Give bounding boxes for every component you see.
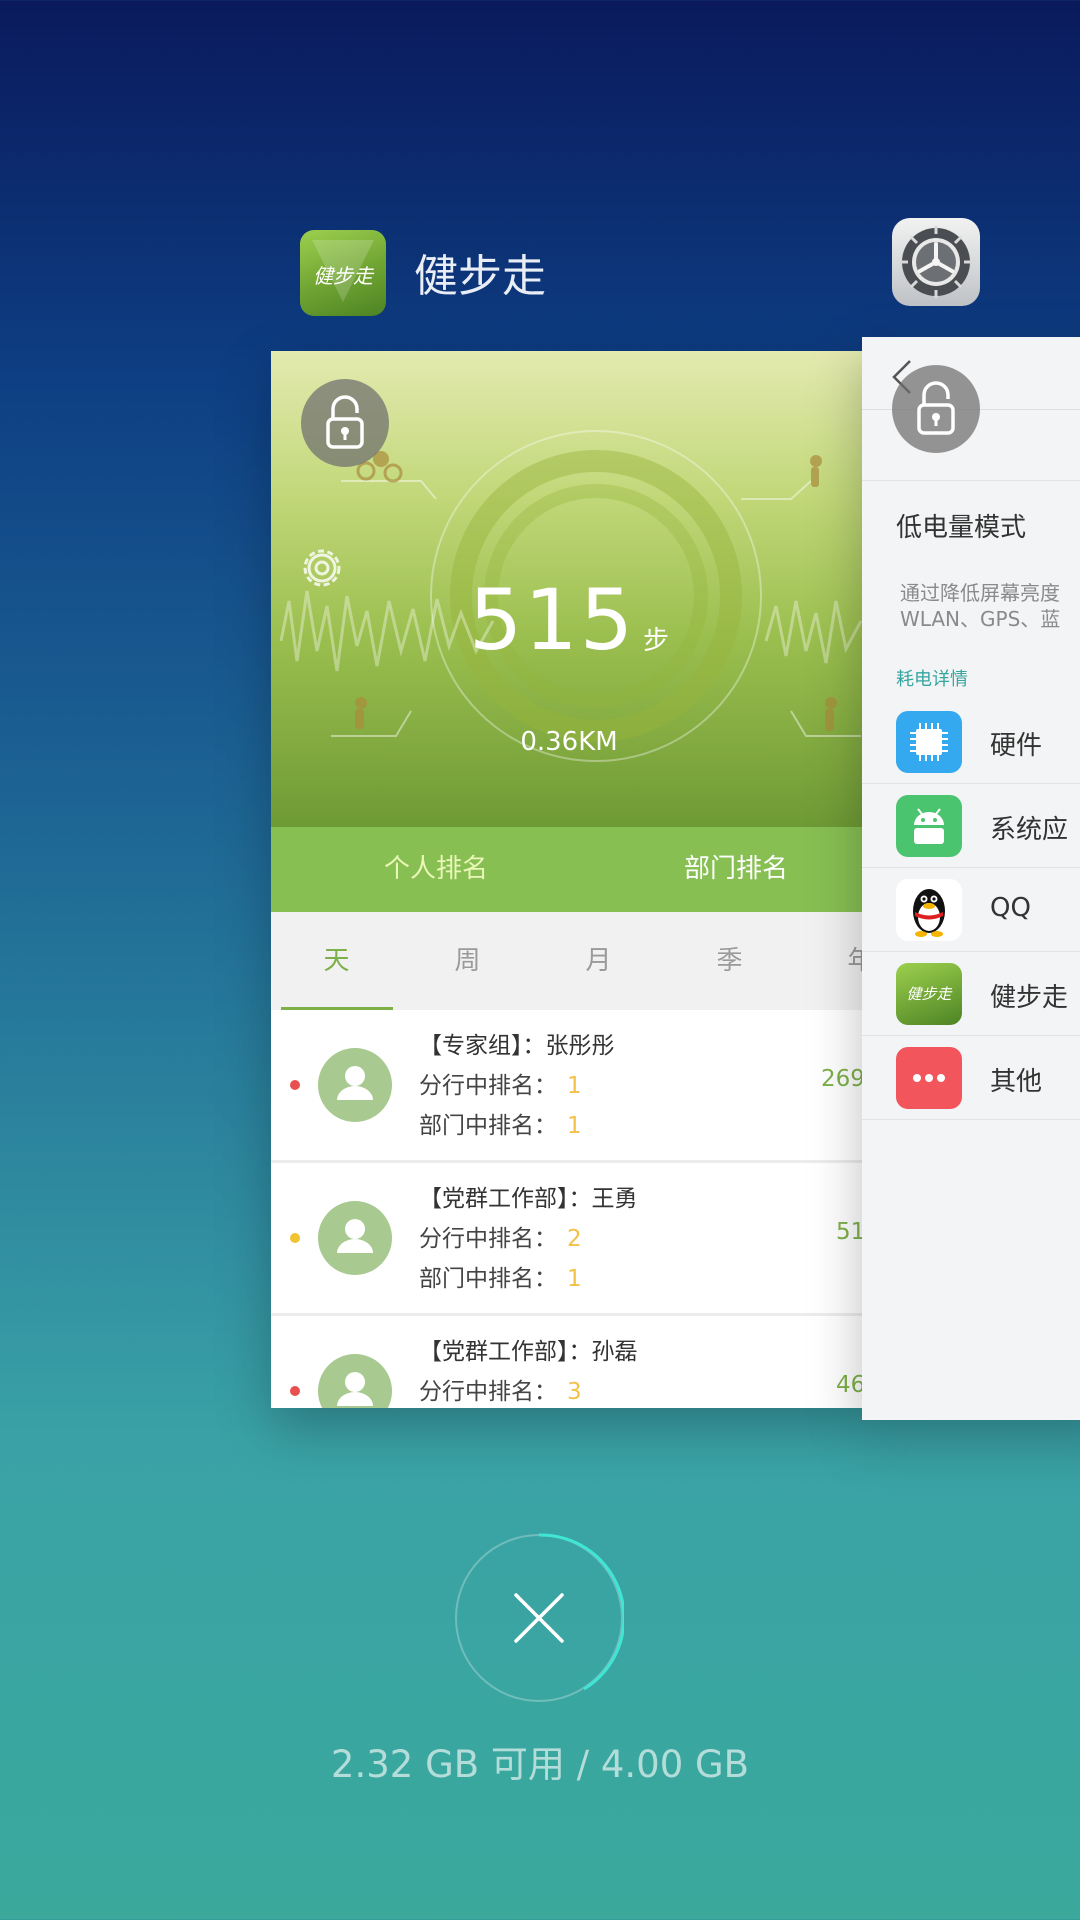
jianbuzou-app-icon: 健步走	[896, 963, 962, 1025]
more-dots-icon	[896, 1047, 962, 1109]
close-icon	[514, 1593, 564, 1643]
branch-rank-line: 分行中排名： 2	[419, 1226, 582, 1252]
section-title: 耗电详情	[896, 669, 968, 690]
low-power-desc-2: WLAN、GPS、蓝	[900, 607, 1061, 631]
branch-rank-line: 分行中排名： 1	[419, 1073, 582, 1099]
step-score: 51	[836, 1219, 866, 1245]
distance: 0.36KM	[520, 727, 618, 757]
status-dot	[290, 1386, 300, 1396]
dept-rank-line: 部门中排名： 1	[419, 1266, 582, 1292]
branch-rank-line: 分行中排名： 3	[419, 1379, 582, 1405]
list-item-hardware[interactable]: 硬件	[862, 699, 1080, 784]
avatar	[318, 1048, 392, 1122]
app-icon-text: 健步走	[313, 264, 373, 288]
qq-penguin-icon	[896, 879, 962, 941]
lock-icon	[326, 395, 364, 449]
step-score: 269	[821, 1066, 865, 1092]
table-row[interactable]: 【党群工作部】：王勇 分行中排名： 2 部门中排名： 1 51	[271, 1163, 867, 1316]
item-label: 硬件	[990, 731, 1043, 761]
chip-icon	[896, 711, 962, 773]
tab-season[interactable]: 季	[664, 912, 795, 1010]
memory-status: 2.32 GB 可用 / 4.00 GB	[330, 1743, 750, 1786]
avatar	[318, 1201, 392, 1275]
tab-year[interactable]: 年	[795, 912, 867, 1010]
tab-day[interactable]: 天	[271, 912, 402, 1010]
step-count: 515 步	[271, 571, 867, 669]
member-name: 【党群工作部】：孙磊	[419, 1339, 638, 1365]
step-number: 515	[468, 571, 636, 669]
settings-battery-card[interactable]: 低电量模式 通过降低屏幕亮度 WLAN、GPS、蓝 耗电详情 硬件 系统应 QQ…	[862, 337, 1080, 1420]
lock-app-button[interactable]	[892, 365, 980, 453]
item-label: QQ	[990, 893, 1031, 923]
tab-department-ranking[interactable]: 部门排名	[601, 827, 867, 912]
item-label: 健步走	[990, 983, 1069, 1013]
lock-app-button[interactable]	[301, 379, 389, 467]
table-row[interactable]: 【专家组】：张彤彤 分行中排名： 1 部门中排名： 1 269	[271, 1010, 867, 1163]
low-power-mode-label[interactable]: 低电量模式	[896, 507, 1026, 544]
clear-all-button[interactable]	[454, 1533, 626, 1703]
list-item-other[interactable]: 其他	[862, 1035, 1080, 1120]
item-label: 其他	[990, 1067, 1043, 1097]
member-name: 【专家组】：张彤彤	[419, 1033, 615, 1059]
tab-month[interactable]: 月	[533, 912, 664, 1010]
item-label: 系统应	[990, 815, 1069, 845]
ranking-tabs: 个人排名 部门排名	[271, 827, 867, 912]
divider	[862, 480, 1080, 481]
table-row[interactable]: 【党群工作部】：孙磊 分行中排名： 3 46	[271, 1316, 867, 1408]
list-item-jianbuzou[interactable]: 健步走 健步走	[862, 951, 1080, 1036]
settings-app-icon[interactable]	[892, 218, 980, 306]
dept-rank-line: 部门中排名： 1	[419, 1113, 582, 1139]
tab-personal-ranking[interactable]: 个人排名	[271, 827, 601, 912]
tab-week[interactable]: 周	[402, 912, 533, 1010]
jianbuzou-app-icon[interactable]: 健步走	[300, 230, 386, 316]
status-dot	[290, 1080, 300, 1090]
status-dot	[290, 1233, 300, 1243]
app-title: 健步走	[414, 251, 546, 302]
android-icon	[896, 795, 962, 857]
list-item-system-apps[interactable]: 系统应	[862, 783, 1080, 868]
member-name: 【党群工作部】：王勇	[419, 1186, 638, 1212]
jianbuzou-app-card[interactable]: 515 步 0.36KM 个人排名 部门排名 天 周 月 季 年 【专家组】：张彤…	[271, 351, 867, 1408]
avatar	[318, 1354, 392, 1408]
step-score: 46	[836, 1372, 866, 1398]
period-tabs: 天 周 月 季 年	[271, 912, 867, 1010]
step-unit: 步	[643, 626, 670, 656]
lock-icon	[917, 381, 955, 435]
low-power-desc-1: 通过降低屏幕亮度	[900, 581, 1060, 605]
list-item-qq[interactable]: QQ	[862, 867, 1080, 952]
step-hero-panel: 515 步 0.36KM	[271, 351, 867, 827]
